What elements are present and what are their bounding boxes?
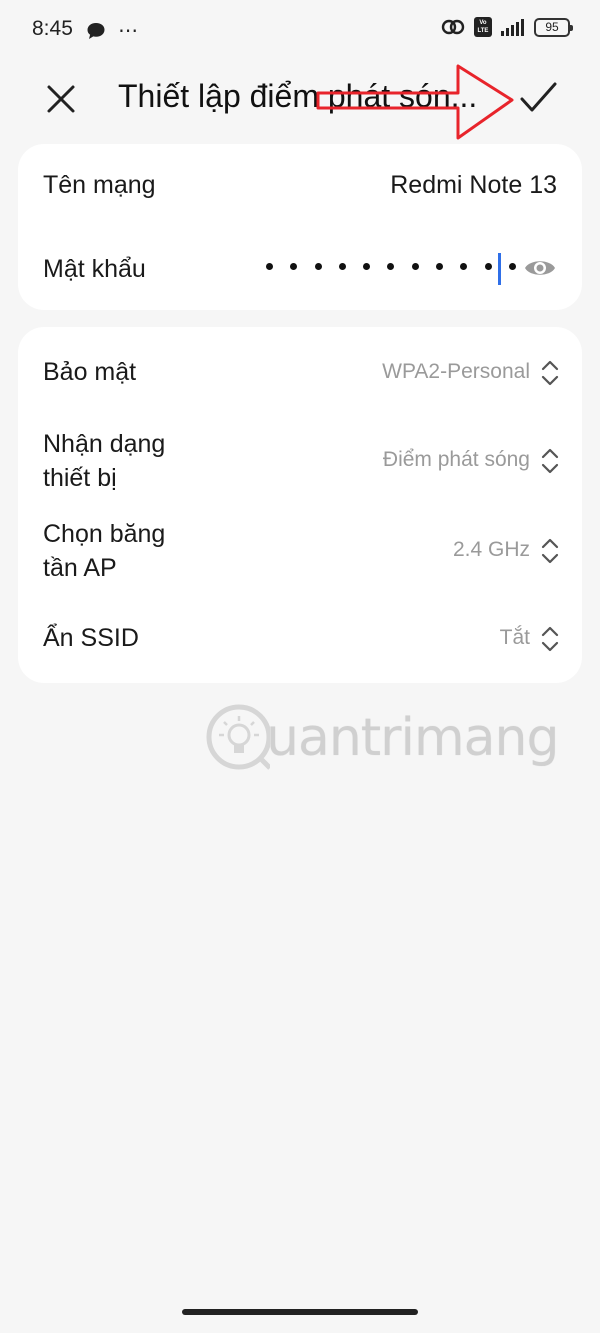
- lightbulb-logo-icon: [206, 704, 270, 770]
- page-title: Thiết lập điểm phát són...: [118, 78, 478, 114]
- network-name-value: Redmi Note 13: [390, 171, 557, 199]
- screen: 8:45 ⋯ Vo LTE 95 Thiết lập điểm phát són…: [0, 0, 600, 1333]
- security-row[interactable]: Bảo mật WPA2-Personal: [18, 355, 582, 391]
- ap-band-label-line1: Chọn băng: [43, 520, 166, 548]
- up-down-chevron-icon: [541, 626, 559, 652]
- settings-card: Bảo mật WPA2-Personal Nhận dạng thiết bị…: [18, 327, 582, 683]
- status-time: 8:45: [32, 17, 73, 40]
- password-dot: [387, 262, 395, 270]
- ap-band-value: 2.4 GHz: [452, 538, 530, 561]
- watermark-text: uantrimang: [266, 708, 559, 768]
- network-name-label: Tên mạng: [43, 171, 156, 199]
- chat-bubble-icon: [87, 22, 105, 39]
- signal-icon: [501, 19, 524, 36]
- hide-ssid-value: Tắt: [499, 626, 530, 649]
- security-value: WPA2-Personal: [382, 360, 530, 383]
- status-right-icons: Vo LTE 95: [440, 17, 573, 37]
- device-id-label-line2: thiết bị: [43, 464, 117, 492]
- header: Thiết lập điểm phát són...: [0, 60, 600, 140]
- password-dot: [363, 262, 371, 270]
- ap-band-row[interactable]: Chọn băng tần AP 2.4 GHz: [18, 515, 582, 587]
- status-left-icons: ⋯: [86, 18, 139, 43]
- up-down-chevron-icon: [541, 538, 559, 564]
- password-dot: [411, 262, 419, 270]
- network-name-row[interactable]: Tên mạng Redmi Note 13: [18, 166, 582, 206]
- password-field[interactable]: [266, 260, 516, 272]
- password-dot: [436, 262, 444, 270]
- status-bar: 8:45 ⋯ Vo LTE 95: [0, 0, 600, 60]
- password-dot: [266, 262, 273, 270]
- password-dot: [338, 262, 346, 270]
- device-id-value: Điểm phát sóng: [382, 448, 530, 471]
- up-down-chevron-icon: [541, 360, 559, 386]
- watermark: uantrimang: [204, 700, 564, 780]
- password-dot: [290, 262, 298, 270]
- network-card: Tên mạng Redmi Note 13 Mật khẩu: [18, 144, 582, 310]
- more-status-icon: ⋯: [118, 20, 139, 42]
- device-id-label-line1: Nhận dạng: [43, 430, 166, 458]
- password-dot: [508, 262, 516, 270]
- password-dot: [484, 262, 492, 270]
- hotspot-link-icon: [441, 19, 465, 35]
- eye-icon[interactable]: [523, 256, 557, 280]
- ap-band-label-line2: tần AP: [43, 554, 117, 582]
- home-indicator: [182, 1309, 418, 1315]
- password-dot: [314, 262, 322, 270]
- check-icon[interactable]: [518, 78, 558, 118]
- close-icon[interactable]: [44, 82, 78, 116]
- password-dot: [460, 262, 468, 270]
- password-label: Mật khẩu: [43, 255, 146, 283]
- text-cursor: [498, 253, 501, 285]
- hide-ssid-label: Ẩn SSID: [43, 624, 139, 652]
- volte-icon: Vo LTE: [474, 17, 492, 37]
- security-label: Bảo mật: [43, 358, 137, 386]
- up-down-chevron-icon: [541, 448, 559, 474]
- battery-icon: 95: [534, 17, 573, 37]
- device-id-row[interactable]: Nhận dạng thiết bị Điểm phát sóng: [18, 425, 582, 497]
- hide-ssid-row[interactable]: Ẩn SSID Tắt: [18, 621, 582, 657]
